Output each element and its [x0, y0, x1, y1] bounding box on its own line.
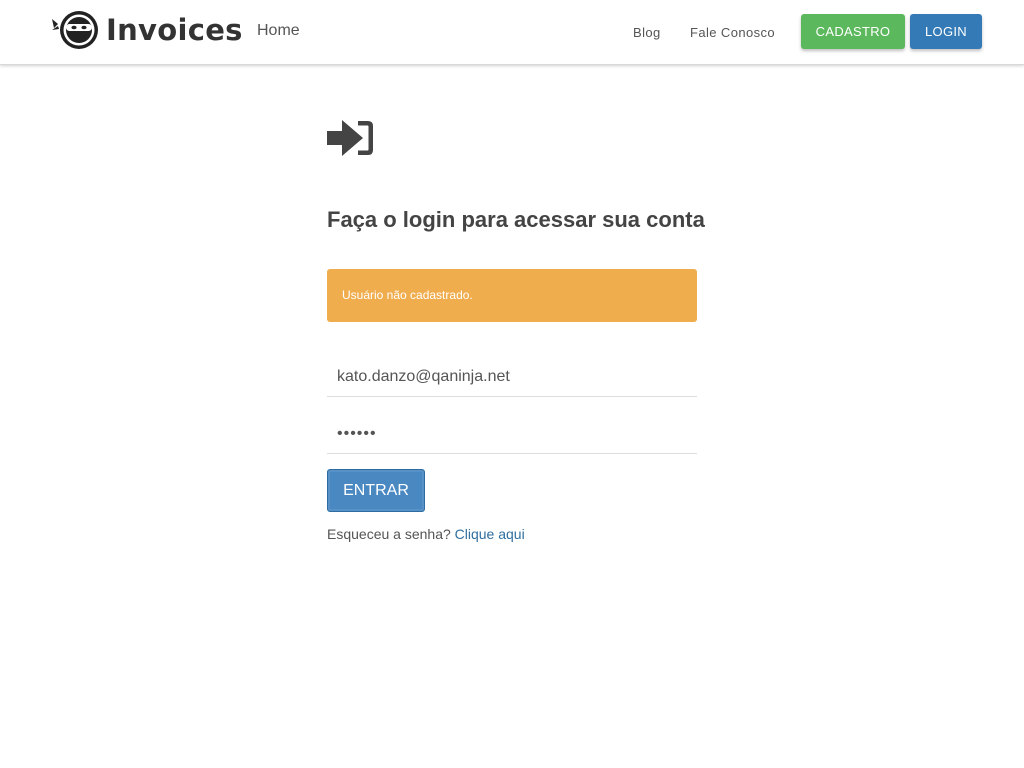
forgot-password-row: Esqueceu a senha? Clique aqui [327, 526, 525, 542]
nav-link-contact[interactable]: Fale Conosco [690, 25, 775, 40]
nav-link-home[interactable]: Home [257, 22, 300, 40]
ninja-logo-icon [52, 11, 98, 49]
error-alert-text: Usuário não cadastrado. [342, 288, 473, 302]
nav-link-blog[interactable]: Blog [633, 25, 661, 40]
signup-button[interactable]: CADASTRO [801, 14, 905, 49]
login-title: Faça o login para acessar sua conta [327, 207, 705, 232]
top-navbar: Invoices Home Blog Fale Conosco CADASTRO… [0, 0, 1024, 65]
password-input[interactable] [327, 414, 697, 454]
brand-name: Invoices [106, 13, 243, 47]
sign-in-icon [327, 120, 373, 156]
submit-button[interactable]: ENTRAR [327, 469, 425, 512]
email-input[interactable] [327, 357, 697, 397]
login-nav-button[interactable]: LOGIN [910, 14, 982, 49]
forgot-password-link[interactable]: Clique aqui [455, 526, 525, 542]
error-alert: Usuário não cadastrado. [327, 269, 697, 322]
forgot-password-text: Esqueceu a senha? [327, 526, 451, 542]
brand-logo-link[interactable]: Invoices [52, 10, 243, 50]
